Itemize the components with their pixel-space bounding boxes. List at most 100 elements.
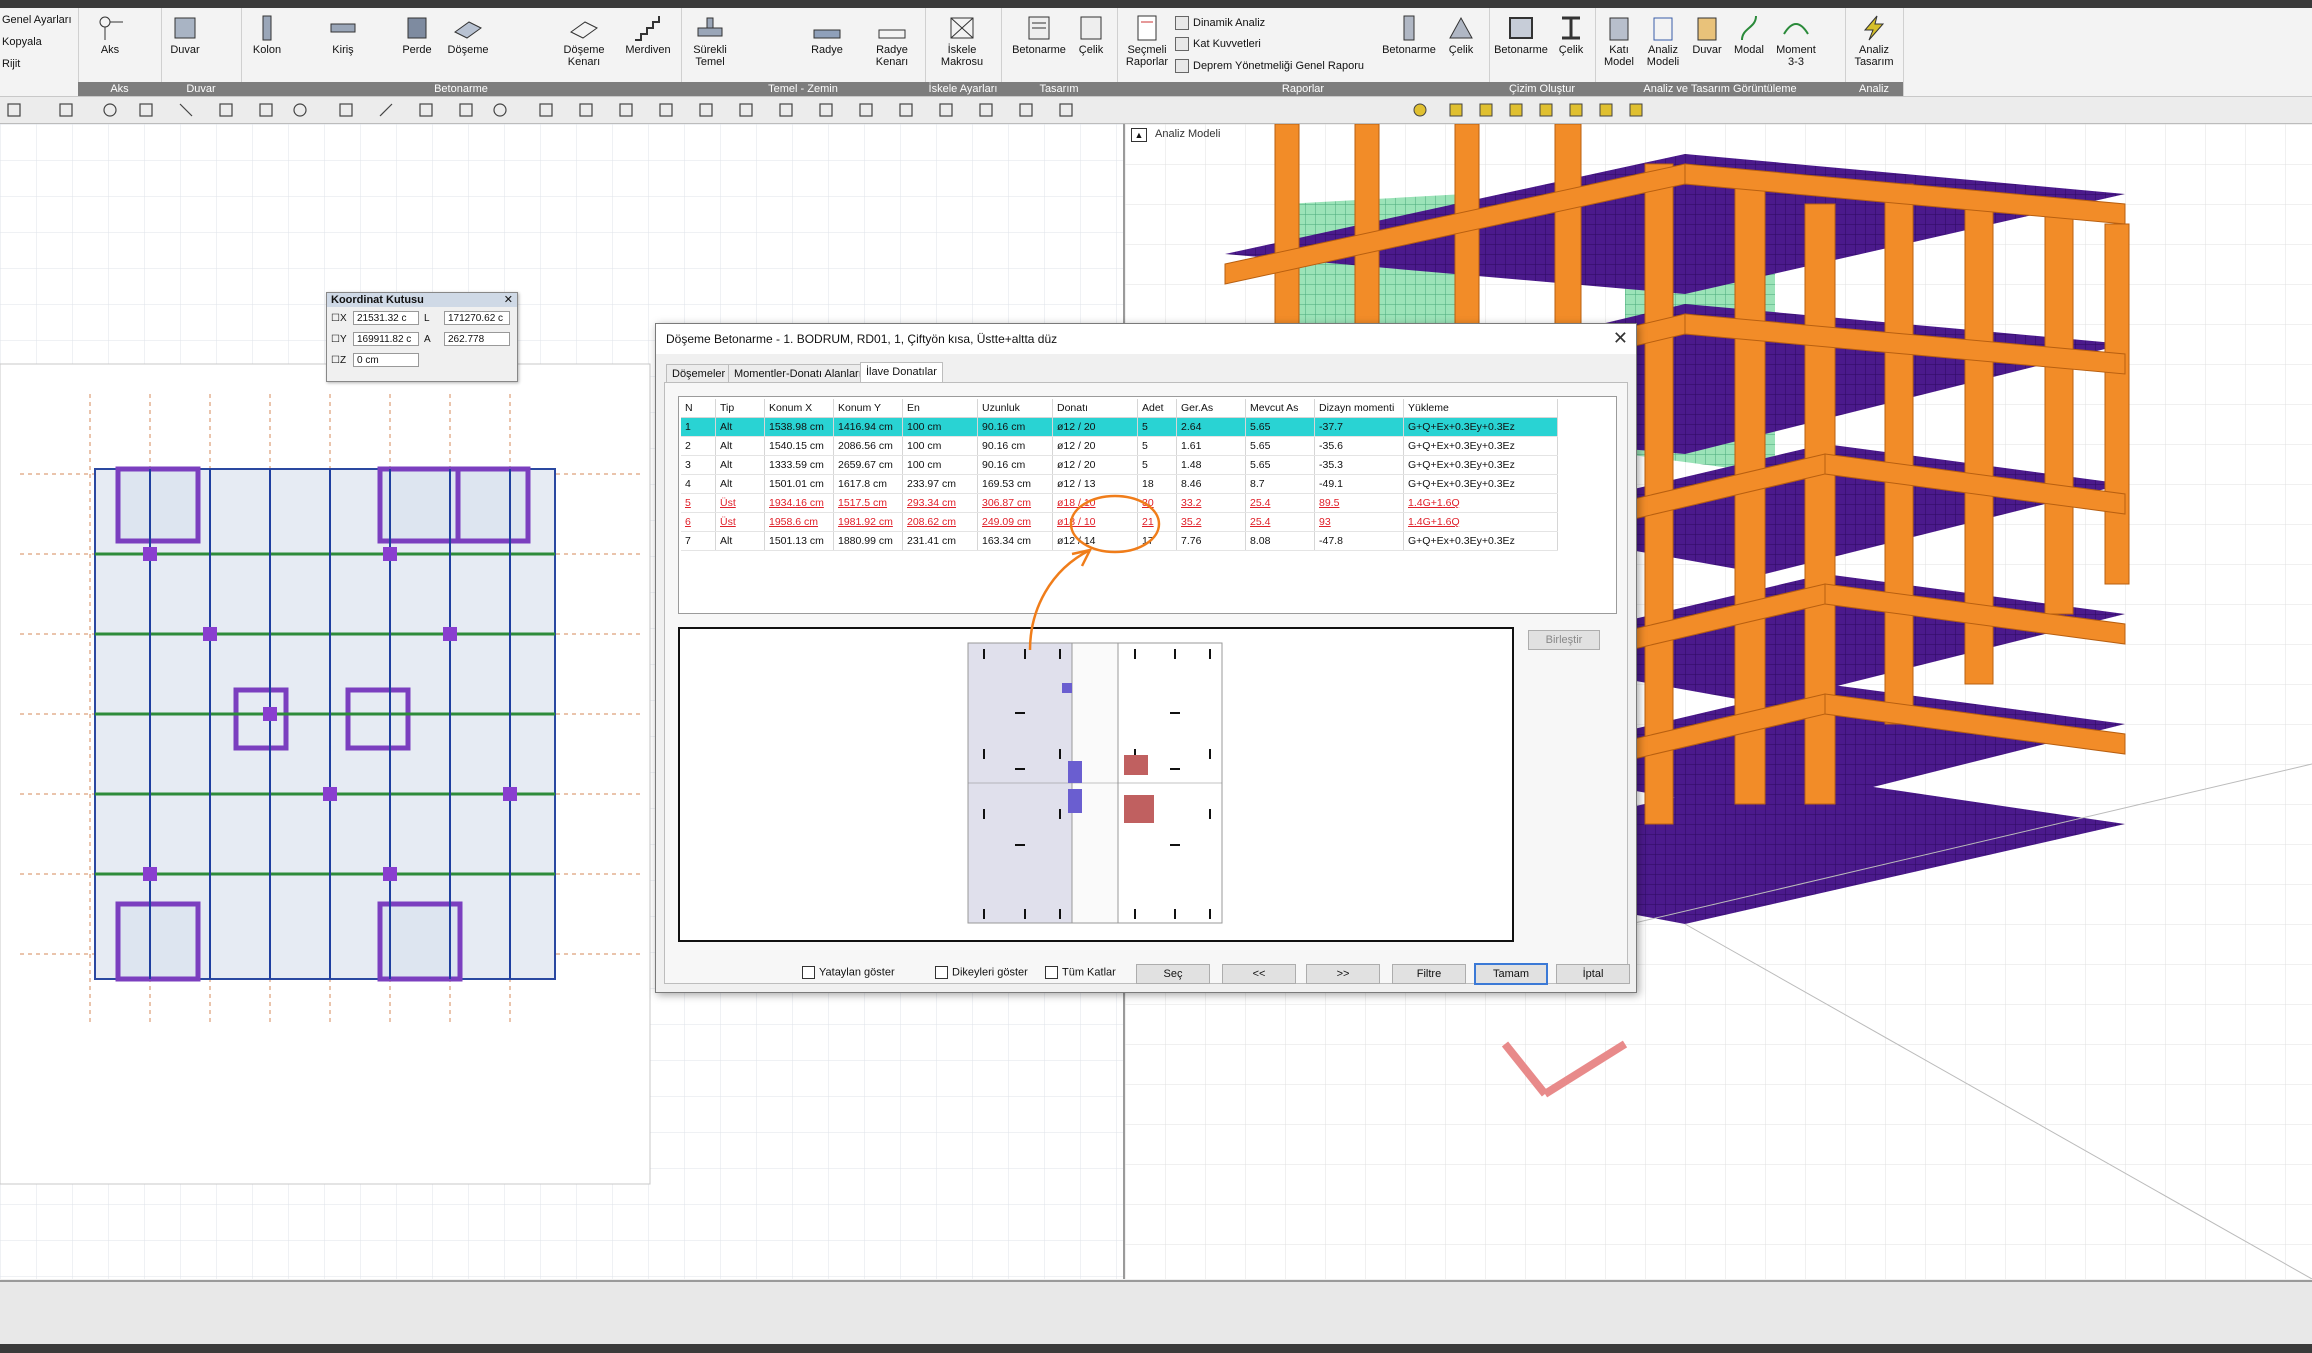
concrete-design-icon <box>1028 16 1050 40</box>
duvar-button[interactable]: Duvar <box>165 14 205 56</box>
dinamik-analiz-label: Dinamik Analiz <box>1193 16 1266 29</box>
analiz-modeli-button[interactable]: Analiz Modeli <box>1641 14 1685 68</box>
deprem-raporu-button[interactable]: Deprem Yönetmeliği Genel Raporu <box>1175 59 1364 73</box>
table-cell: 293.34 cm <box>902 493 978 513</box>
horizontal-check-box <box>802 966 815 979</box>
tab-slabs[interactable]: Döşemeler <box>666 364 732 383</box>
aks-button[interactable]: Aks <box>90 14 130 56</box>
ribbon-group-gorunum: Katı Model Analiz Modeli Duvar Modal Mom… <box>1595 8 1846 96</box>
filter-button[interactable]: Filtre <box>1392 964 1466 984</box>
all-floors-checkbox[interactable]: Tüm Katlar <box>1045 966 1116 979</box>
tasarim-betonarme-button[interactable]: Betonarme <box>1009 14 1069 56</box>
l-coordinate-field[interactable]: 171270.62 c <box>444 311 510 325</box>
doseme-kenari-button[interactable]: Döşeme Kenarı <box>561 14 607 68</box>
cizim-celik-button[interactable]: Çelik <box>1551 14 1591 56</box>
z-coordinate-field[interactable]: 0 cm <box>353 353 419 367</box>
rapor-celik-button[interactable]: Çelik <box>1441 14 1481 56</box>
coordinate-box[interactable]: Koordinat Kutusu ✕ ☐X 21531.32 c L 17127… <box>326 292 518 382</box>
moment-button[interactable]: Moment 3-3 <box>1771 14 1821 68</box>
col-yukleme[interactable]: Yükleme <box>1403 399 1558 418</box>
secmeli-raporlar-button[interactable]: Seçmeli Raporlar <box>1121 14 1173 68</box>
copy-button[interactable]: Kopyala <box>2 36 42 48</box>
col-uzunluk[interactable]: Uzunluk <box>977 399 1053 418</box>
col-konum-y[interactable]: Konum Y <box>833 399 903 418</box>
gorunum-duvar-button[interactable]: Duvar <box>1687 14 1727 56</box>
view-toggle-icon[interactable]: ▲ <box>1131 128 1147 142</box>
table-row[interactable]: 6 Üst 1958.6 cm 1981.92 cm 208.62 cm 249.09 c… <box>681 512 1558 532</box>
table-cell: 249.09 cm <box>977 512 1053 532</box>
col-dizayn-momenti[interactable]: Dizayn momenti <box>1314 399 1404 418</box>
previous-button[interactable]: << <box>1222 964 1296 984</box>
table-row[interactable]: 3 Alt 1333.59 cm 2659.67 cm 100 cm 90.16 cm ø1… <box>681 455 1558 475</box>
table-cell: 1981.92 cm <box>833 512 903 532</box>
vertical-checkbox[interactable]: Dikeyleri göster <box>935 966 1028 979</box>
col-donati[interactable]: Donatı <box>1052 399 1138 418</box>
surekli-temel-button[interactable]: Sürekli Temel <box>687 14 733 68</box>
general-settings-button[interactable]: Genel Ayarları <box>2 14 72 26</box>
kolon-button[interactable]: Kolon <box>247 14 287 56</box>
cizim-betonarme-label: Betonarme <box>1494 44 1548 56</box>
next-button[interactable]: >> <box>1306 964 1380 984</box>
drawing-steel-icon <box>1562 16 1580 40</box>
y-checkbox[interactable]: ☐Y <box>331 334 347 345</box>
kati-model-button[interactable]: Katı Model <box>1599 14 1639 68</box>
cizim-betonarme-button[interactable]: Betonarme <box>1493 14 1549 56</box>
modal-label: Modal <box>1734 44 1764 56</box>
ribbon-group-temel: Sürekli Temel Radye Radye Kenarı Temel -… <box>681 8 926 96</box>
table-cell: ø12 / 20 <box>1052 436 1138 456</box>
kiris-button[interactable]: Kiriş <box>323 14 363 56</box>
modal-button[interactable]: Modal <box>1729 14 1769 56</box>
slab-reinforcement-dialog: Döşeme Betonarme - 1. BODRUM, RD01, 1, Ç… <box>655 323 1637 993</box>
rapor-betonarme-button[interactable]: Betonarme <box>1379 14 1439 56</box>
radye-button[interactable]: Radye <box>805 14 849 56</box>
rebar-preview[interactable] <box>678 627 1514 942</box>
kat-kuvvetleri-button[interactable]: Kat Kuvvetleri <box>1175 37 1261 51</box>
tab-additional-rebars[interactable]: İlave Donatılar <box>860 362 943 384</box>
analiz-tasarim-label: Analiz Tasarım <box>1854 44 1894 68</box>
analiz-tasarim-button[interactable]: Analiz Tasarım <box>1847 14 1901 68</box>
col-ger-as[interactable]: Ger.As <box>1176 399 1246 418</box>
close-icon[interactable]: ✕ <box>1613 328 1628 349</box>
command-bar[interactable] <box>0 1280 2312 1346</box>
iskele-makrosu-button[interactable]: İskele Makrosu <box>931 14 993 68</box>
radye-kenari-button[interactable]: Radye Kenarı <box>869 14 915 68</box>
x-coordinate-field[interactable]: 21531.32 c <box>353 311 419 325</box>
horizontal-checkbox[interactable]: Yataylan göster <box>802 966 895 979</box>
table-row[interactable]: 1 Alt 1538.98 cm 1416.94 cm 100 cm 90.16 cm ø1… <box>681 417 1558 437</box>
col-n[interactable]: N <box>681 399 716 418</box>
col-tip[interactable]: Tip <box>715 399 765 418</box>
toolbar-icons[interactable] <box>0 97 2312 123</box>
close-icon[interactable]: ✕ <box>504 293 513 306</box>
wall-icon <box>174 17 196 39</box>
tab-moments-rebar-areas[interactable]: Momentler-Donatı Alanları <box>728 364 868 383</box>
analysis-model-icon <box>1653 17 1673 41</box>
scaffold-icon <box>950 17 974 39</box>
y-coordinate-field[interactable]: 169911.82 c <box>353 332 419 346</box>
col-en[interactable]: En <box>902 399 978 418</box>
z-checkbox[interactable]: ☐Z <box>331 355 346 366</box>
col-konum-x[interactable]: Konum X <box>764 399 834 418</box>
table-cell: 1.61 <box>1176 436 1246 456</box>
col-mevcut-as[interactable]: Mevcut As <box>1245 399 1315 418</box>
table-row[interactable]: 7 Alt 1501.13 cm 1880.99 cm 231.41 cm 163.34 … <box>681 531 1558 551</box>
table-row[interactable]: 4 Alt 1501.01 cm 1617.8 cm 233.97 cm 169.53 c… <box>681 474 1558 494</box>
select-button[interactable]: Seç <box>1136 964 1210 984</box>
rigid-button[interactable]: Rijit <box>2 58 20 70</box>
dinamik-analiz-button[interactable]: Dinamik Analiz <box>1175 16 1265 30</box>
x-checkbox[interactable]: ☐X <box>331 313 347 324</box>
ok-button[interactable]: Tamam <box>1474 963 1548 985</box>
group-label-raporlar: Raporlar <box>1117 82 1489 96</box>
table-cell: 33.2 <box>1176 493 1246 513</box>
col-adet[interactable]: Adet <box>1137 399 1177 418</box>
table-cell: 5 <box>1137 417 1177 437</box>
table-cell: Alt <box>715 436 765 456</box>
tasarim-celik-button[interactable]: Çelik <box>1071 14 1111 56</box>
table-row[interactable]: 2 Alt 1540.15 cm 2086.56 cm 100 cm 90.16 cm ø1… <box>681 436 1558 456</box>
merdiven-button[interactable]: Merdiven <box>621 14 675 56</box>
doseme-button[interactable]: Döşeme <box>445 14 491 56</box>
perde-button[interactable]: Perde <box>397 14 437 56</box>
cancel-button[interactable]: İptal <box>1556 964 1630 984</box>
angle-field[interactable]: 262.778 <box>444 332 510 346</box>
table-row[interactable]: 5 Üst 1934.16 cm 1517.5 cm 293.34 cm 306.87 c… <box>681 493 1558 513</box>
merge-button[interactable]: Birleştir <box>1528 630 1600 650</box>
